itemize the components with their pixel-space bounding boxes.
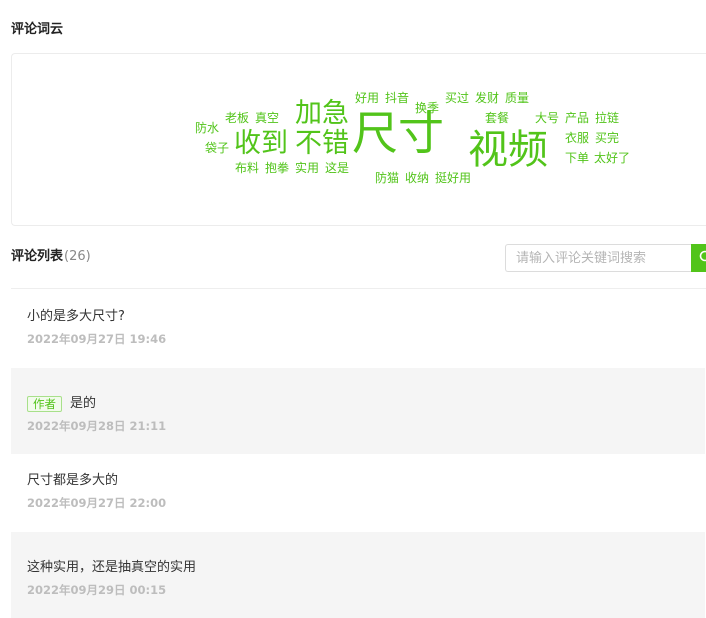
cloud-word[interactable]: 抖音 [385, 92, 409, 104]
word-cloud-title: 评论词云 [11, 22, 64, 37]
cloud-word[interactable]: 产品 [565, 112, 589, 124]
comment-line: 作者 是的 [27, 395, 689, 412]
cloud-word[interactable]: 防水 [195, 122, 219, 134]
cloud-word[interactable]: 套餐 [485, 112, 509, 124]
cloud-word[interactable]: 真空 [255, 112, 279, 124]
search-icon [699, 250, 706, 267]
cloud-word[interactable]: 加急 [295, 100, 349, 127]
cloud-word[interactable]: 下单 [565, 152, 589, 164]
cloud-word[interactable]: 大号 [535, 112, 559, 124]
comment-search [505, 244, 706, 272]
comment-count: (26) [64, 249, 91, 264]
word-cloud: 尺寸 视频 收到 不错 加急 防水 袋子 老板 真空 布料 抱拳 实用 这是 好… [11, 53, 706, 226]
search-input[interactable] [505, 244, 691, 272]
cloud-word[interactable]: 挺好用 [435, 172, 471, 184]
comment-item: 小的是多大尺寸? 2022年09月27日 19:46 [11, 290, 705, 368]
comment-text: 这种实用，还是抽真空的实用 [27, 560, 197, 575]
cloud-word[interactable]: 买完 [595, 132, 619, 144]
comment-text: 是的 [70, 396, 97, 411]
cloud-word[interactable]: 不错 [295, 130, 349, 157]
comment-time: 2022年09月27日 22:00 [27, 496, 167, 510]
comment-text: 尺寸都是多大的 [27, 473, 119, 488]
cloud-word[interactable]: 太好了 [594, 152, 630, 164]
cloud-word[interactable]: 视频 [468, 130, 548, 170]
cloud-word[interactable]: 质量 [505, 92, 529, 104]
cloud-word[interactable]: 换季 [415, 102, 439, 114]
cloud-word[interactable]: 尺寸 [352, 110, 444, 156]
comment-panel: 评论词云 尺寸 视频 收到 不错 加急 防水 袋子 老板 真空 布料 抱拳 实用… [0, 0, 706, 618]
cloud-word[interactable]: 发财 [475, 92, 499, 104]
divider [11, 288, 706, 289]
comment-list-title: 评论列表 [11, 249, 64, 264]
cloud-word[interactable]: 收到 [234, 130, 288, 157]
comment-list-header: 评论列表(26) [11, 248, 91, 266]
cloud-word[interactable]: 布料 [235, 162, 259, 174]
cloud-word[interactable]: 收纳 [405, 172, 429, 184]
cloud-word[interactable]: 抱拳 [265, 162, 289, 174]
author-badge: 作者 [27, 395, 62, 412]
cloud-word[interactable]: 老板 [225, 112, 249, 124]
cloud-word[interactable]: 袋子 [205, 142, 229, 154]
comment-item: 这种实用，还是抽真空的实用 2022年09月29日 00:15 [11, 532, 705, 618]
cloud-word[interactable]: 好用 [355, 92, 379, 104]
comment-time: 2022年09月29日 00:15 [27, 583, 167, 597]
cloud-word[interactable]: 买过 [445, 92, 469, 104]
comment-text: 小的是多大尺寸? [27, 309, 125, 324]
cloud-word[interactable]: 实用 [295, 162, 319, 174]
comment-time: 2022年09月28日 21:11 [27, 419, 167, 433]
cloud-word[interactable]: 这是 [325, 162, 349, 174]
comment-item: 尺寸都是多大的 2022年09月27日 22:00 [11, 454, 705, 532]
comment-time: 2022年09月27日 19:46 [27, 332, 167, 346]
cloud-word[interactable]: 衣服 [565, 132, 589, 144]
cloud-word[interactable]: 防猫 [375, 172, 399, 184]
search-button[interactable] [691, 244, 706, 272]
comment-list: 小的是多大尺寸? 2022年09月27日 19:46 作者 是的 2022年09… [11, 290, 705, 618]
author-reply-item: 作者 是的 2022年09月28日 21:11 [11, 368, 705, 454]
cloud-word[interactable]: 拉链 [595, 112, 619, 124]
